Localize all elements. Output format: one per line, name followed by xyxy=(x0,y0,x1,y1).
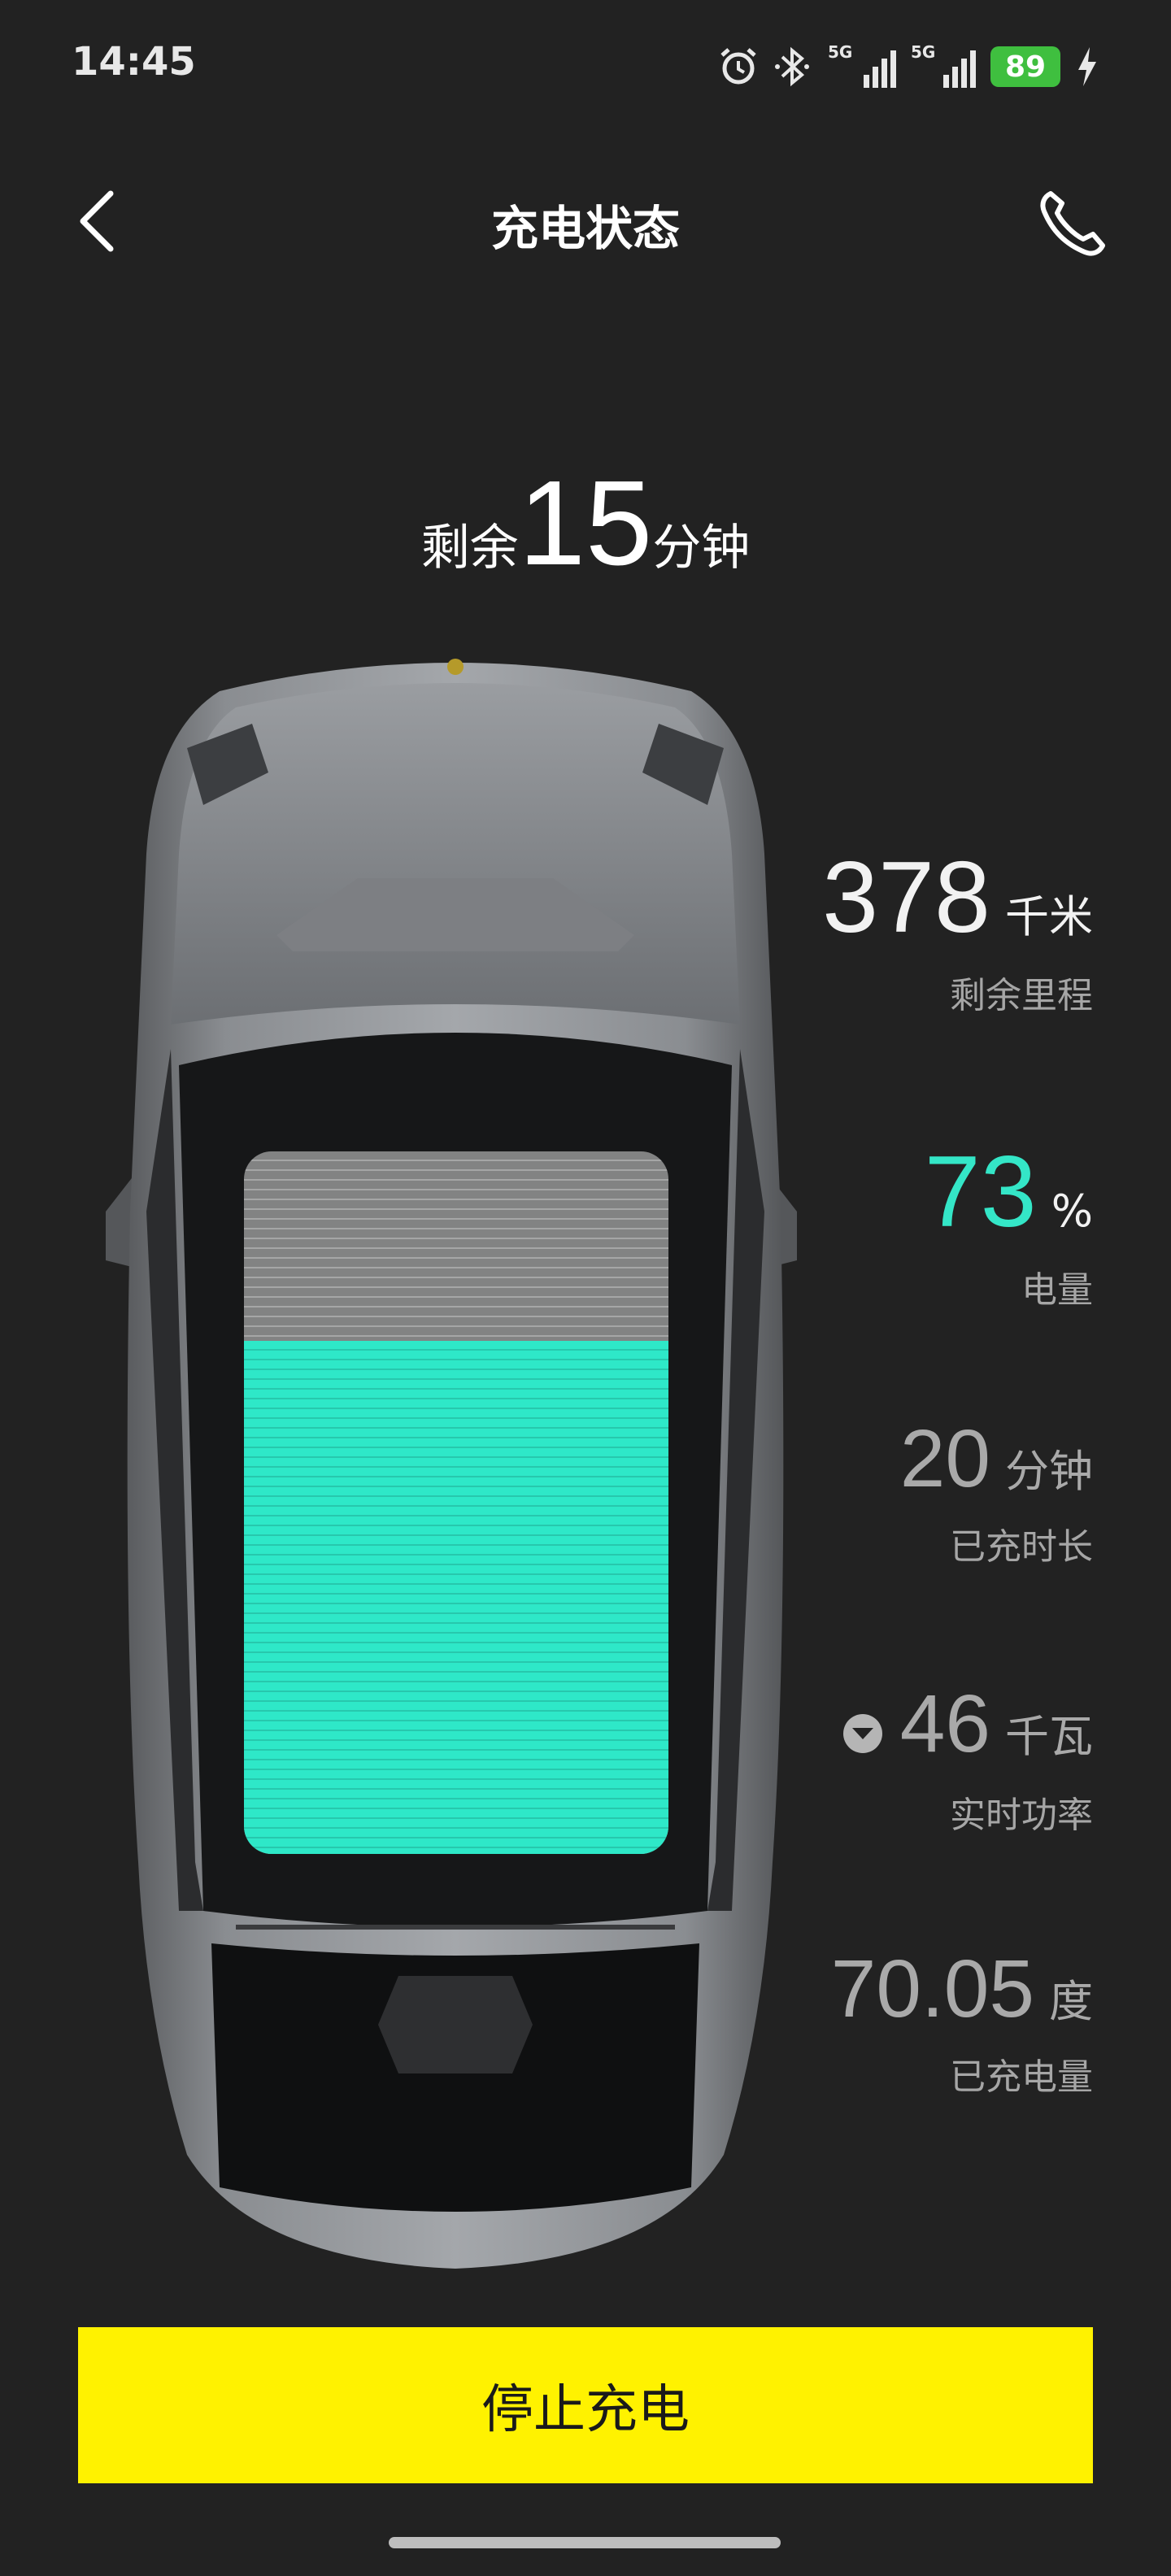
signal-icon: 5G xyxy=(828,42,896,88)
battery-level-visual xyxy=(244,1151,668,1854)
stat-label: 已充时长 xyxy=(950,1526,1093,1568)
stat-energy-charged: 70.05 度 已充电量 xyxy=(831,1948,1093,2100)
stat-unit: 千瓦 xyxy=(1005,1711,1093,1762)
status-icons: 5G 5G 89 xyxy=(717,41,1099,93)
phone-icon xyxy=(1040,191,1105,256)
stat-unit: 千米 xyxy=(1005,891,1093,942)
stat-remaining-range: 378 千米 剩余里程 xyxy=(822,847,1093,1018)
network-type-label: 5G xyxy=(911,42,936,62)
stat-label: 已充电量 xyxy=(950,2056,1093,2098)
chevron-down-circle-icon xyxy=(842,1713,882,1753)
stat-label: 实时功率 xyxy=(950,1794,1093,1836)
stat-value: 46 xyxy=(899,1678,990,1769)
network-type-label: 5G xyxy=(828,42,853,62)
stat-unit: % xyxy=(1051,1186,1093,1237)
stat-charge-duration: 20 分钟 已充时长 xyxy=(900,1418,1093,1569)
page-title: 充电状态 xyxy=(490,201,680,256)
stop-charging-button[interactable]: 停止充电 xyxy=(78,2327,1093,2483)
bluetooth-icon xyxy=(775,46,809,87)
stat-value: 73 xyxy=(924,1136,1037,1248)
status-bar: 14:45 5G 5G 89 xyxy=(0,0,1171,130)
stat-value: 378 xyxy=(822,842,990,954)
battery-fill xyxy=(244,1341,668,1854)
stat-unit: 度 xyxy=(1049,1976,1093,2027)
home-indicator[interactable] xyxy=(389,2537,781,2548)
alarm-icon xyxy=(720,48,756,85)
stat-label: 电量 xyxy=(1021,1269,1093,1311)
signal-icon: 5G xyxy=(911,42,976,88)
stat-label: 剩余里程 xyxy=(950,975,1093,1016)
remaining-unit: 分钟 xyxy=(652,520,751,577)
top-nav: 充电状态 xyxy=(0,163,1171,276)
call-button[interactable] xyxy=(1033,182,1114,263)
charging-bolt-icon xyxy=(1078,47,1096,86)
remaining-prefix: 剩余 xyxy=(420,520,519,577)
stat-realtime-power: 46 千瓦 实时功率 xyxy=(842,1683,1093,1838)
stat-battery-percent: 73% 电量 xyxy=(925,1142,1093,1312)
remaining-value: 15 xyxy=(518,456,653,590)
remaining-time: 剩余15分钟 xyxy=(0,463,1171,584)
stat-value: 70.05 xyxy=(830,1943,1034,2034)
stat-value: 20 xyxy=(899,1413,990,1504)
stat-unit: 分钟 xyxy=(1005,1446,1093,1497)
battery-icon: 89 xyxy=(990,46,1060,87)
status-time: 14:45 xyxy=(72,39,196,85)
